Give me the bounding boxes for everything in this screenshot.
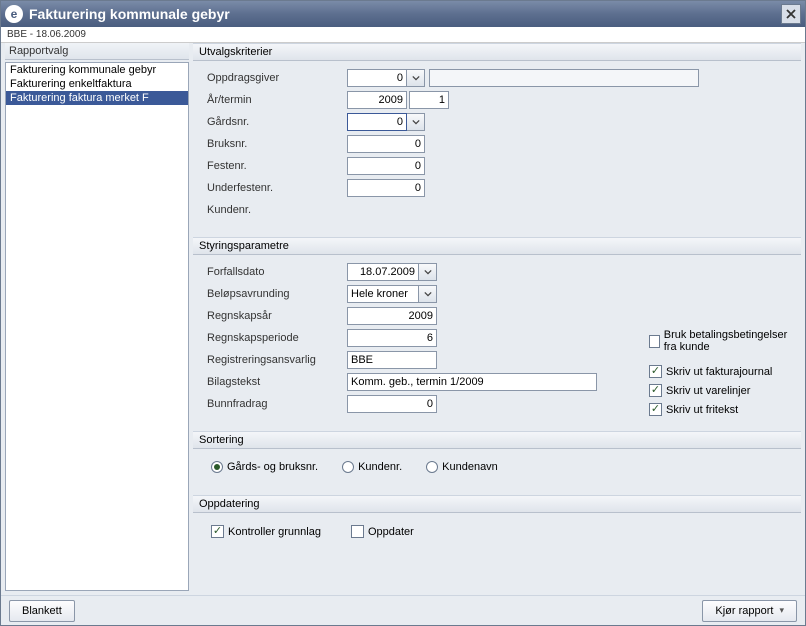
window: e Fakturering kommunale gebyr BBE - 18.0… [0,0,806,626]
blankett-button[interactable]: Blankett [9,600,75,622]
checkbox-icon [211,525,224,538]
footer: Blankett Kjør rapport ▾ [1,595,805,625]
left-column: Rapportvalg Fakturering kommunale gebyr … [1,43,193,595]
styring-right-checks-top: Bruk betalingsbetingelser fra kunde [649,301,801,353]
input-aar[interactable] [347,91,407,109]
radio-label: Kundenr. [358,461,402,473]
check-skriv-fritekst[interactable]: Skriv ut fritekst [649,403,772,416]
input-regnskapsperiode[interactable] [347,329,437,347]
close-button[interactable] [781,4,801,24]
check-skriv-fakturajournal[interactable]: Skriv ut fakturajournal [649,365,772,378]
check-skriv-varelinjer[interactable]: Skriv ut varelinjer [649,384,772,397]
radio-label: Gårds- og bruksnr. [227,461,318,473]
chevron-down-icon: ▾ [779,605,784,616]
lbl-festenr: Festenr. [207,160,347,172]
input-festenr[interactable] [347,157,425,175]
kjor-rapport-button[interactable]: Kjør rapport ▾ [702,600,797,622]
radio-gards-bruksnr[interactable]: Gårds- og bruksnr. [211,461,318,473]
lbl-gardsnr: Gårdsnr. [207,116,347,128]
status-line: BBE - 18.06.2009 [1,27,805,43]
check-label: Kontroller grunnlag [228,526,321,538]
rapportvalg-header: Rapportvalg [5,43,189,60]
radio-label: Kundenavn [442,461,498,473]
titlebar: e Fakturering kommunale gebyr [1,1,805,27]
report-item-2[interactable]: Fakturering faktura merket F [6,91,188,105]
radio-kundenavn[interactable]: Kundenavn [426,461,498,473]
input-bunnfradrag[interactable] [347,395,437,413]
button-label: Kjør rapport [715,605,773,617]
input-forfallsdato[interactable] [347,263,419,281]
check-label: Skriv ut fakturajournal [666,366,772,378]
input-termin[interactable] [409,91,449,109]
checkbox-icon [649,365,662,378]
checkbox-icon [649,403,662,416]
right-column: Utvalgskriterier Oppdragsgiver År/termin [193,43,805,595]
report-item-1[interactable]: Fakturering enkeltfaktura [6,77,188,91]
lbl-forfallsdato: Forfallsdato [207,266,347,278]
report-item-0[interactable]: Fakturering kommunale gebyr [6,63,188,77]
panel-oppdatering-body: Kontroller grunnlag Oppdater [193,513,801,554]
input-registreringsansvarlig[interactable] [347,351,437,369]
dropdown-belopsavrunding[interactable] [419,285,437,303]
checkbox-icon [649,335,660,348]
input-regnskapsaar[interactable] [347,307,437,325]
check-label: Bruk betalingsbetingelser fra kunde [664,329,801,353]
check-oppdater[interactable]: Oppdater [351,525,414,538]
lbl-oppdragsgiver: Oppdragsgiver [207,72,347,84]
panel-utvalg: Utvalgskriterier Oppdragsgiver År/termin [193,43,801,231]
lbl-underfestenr: Underfestenr. [207,182,347,194]
app-icon: e [5,5,23,23]
radio-icon [426,461,438,473]
lbl-kundenr: Kundenr. [207,204,347,216]
input-bruksnr[interactable] [347,135,425,153]
content: Rapportvalg Fakturering kommunale gebyr … [1,43,805,595]
lbl-bilagstekst: Bilagstekst [207,376,347,388]
checkbox-icon [351,525,364,538]
check-kontroller-grunnlag[interactable]: Kontroller grunnlag [211,525,321,538]
lbl-aar-termin: År/termin [207,94,347,106]
oppdragsgiver-name-display [429,69,699,87]
dropdown-gardsnr[interactable] [407,113,425,131]
button-label: Blankett [22,605,62,617]
panel-sortering-body: Gårds- og bruksnr. Kundenr. Kundenavn [193,449,801,489]
panel-utvalg-body: Oppdragsgiver År/termin Gårdsnr. [193,61,801,231]
close-icon [786,9,796,19]
panel-sortering-title: Sortering [193,431,801,449]
radio-icon [342,461,354,473]
check-label: Skriv ut fritekst [666,404,738,416]
lbl-regnskapsperiode: Regnskapsperiode [207,332,347,344]
radio-icon [211,461,223,473]
panel-styring-body: Forfallsdato Beløpsavrunding [193,255,801,425]
dropdown-oppdragsgiver[interactable] [407,69,425,87]
check-label: Oppdater [368,526,414,538]
lbl-registreringsansvarlig: Registreringsansvarlig [207,354,347,366]
lbl-belopsavrunding: Beløpsavrunding [207,288,347,300]
styring-right-checks-bottom: Skriv ut fakturajournal Skriv ut varelin… [649,365,772,416]
input-belopsavrunding[interactable] [347,285,419,303]
panel-utvalg-title: Utvalgskriterier [193,43,801,61]
report-list[interactable]: Fakturering kommunale gebyr Fakturering … [5,62,189,591]
panel-styring-title: Styringsparametre [193,237,801,255]
lbl-regnskapsaar: Regnskapsår [207,310,347,322]
panel-sortering: Sortering Gårds- og bruksnr. Kundenr. [193,431,801,489]
input-gardsnr[interactable] [347,113,407,131]
check-bruk-betalingsbetingelser[interactable]: Bruk betalingsbetingelser fra kunde [649,329,801,353]
input-underfestenr[interactable] [347,179,425,197]
input-bilagstekst[interactable] [347,373,597,391]
panel-oppdatering-title: Oppdatering [193,495,801,513]
lbl-bruksnr: Bruksnr. [207,138,347,150]
window-title: Fakturering kommunale gebyr [29,6,781,22]
check-label: Skriv ut varelinjer [666,385,750,397]
input-oppdragsgiver[interactable] [347,69,407,87]
radio-kundenr[interactable]: Kundenr. [342,461,402,473]
panel-styring: Styringsparametre Forfallsdato Beløpsavr… [193,237,801,425]
panel-oppdatering: Oppdatering Kontroller grunnlag Oppdater [193,495,801,554]
dropdown-forfallsdato[interactable] [419,263,437,281]
lbl-bunnfradrag: Bunnfradrag [207,398,347,410]
checkbox-icon [649,384,662,397]
